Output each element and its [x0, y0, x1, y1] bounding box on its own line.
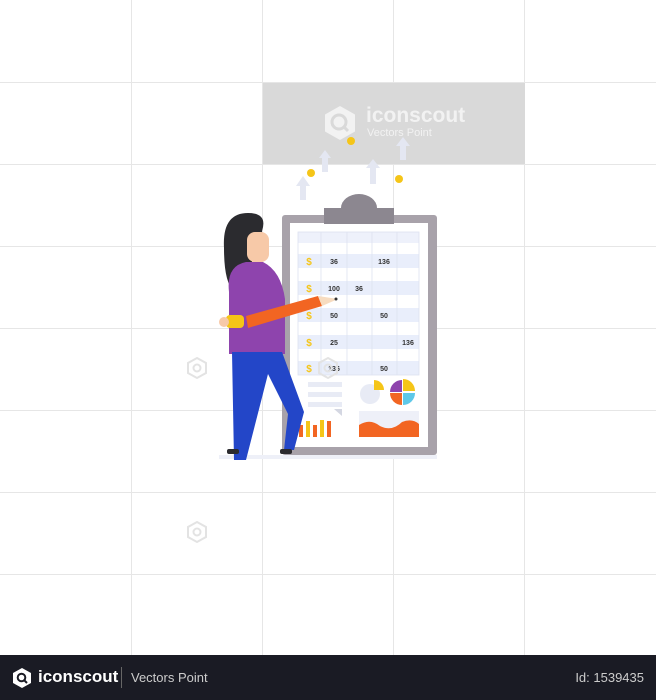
area-chart-icon [359, 411, 419, 437]
illustration: $36 136$ 100 36$ 50 50$ 25 136$ 136 50 [187, 137, 437, 544]
dollar-icon: $ [306, 338, 312, 349]
floor-shadow [219, 455, 437, 459]
table-cell: 36 [330, 259, 338, 266]
table-cell: 50 [330, 313, 338, 320]
table-cell: 36 [355, 286, 363, 293]
footer-author: Vectors Point [131, 670, 208, 685]
table-cell: 100 [328, 286, 340, 293]
table-cell: 136 [402, 340, 414, 347]
dollar-icon: $ [306, 364, 312, 375]
table-cell: 136 [378, 259, 390, 266]
iconscout-logo-icon [13, 668, 31, 688]
dollar-icon: $ [306, 284, 312, 295]
footer-asset-id: Id: 1539435 [575, 670, 644, 685]
footer-brand: iconscout [38, 667, 119, 686]
table-cell: 50 [380, 366, 388, 373]
dollar-icon: $ [306, 311, 312, 322]
footer-bar: iconscout Vectors Point Id: 1539435 [0, 655, 656, 700]
table-cell: 25 [330, 340, 338, 347]
text-lines [308, 382, 342, 407]
up-arrow-icons [296, 137, 410, 200]
footer-divider [121, 667, 122, 688]
coin-icons [307, 137, 403, 183]
dollar-icon: $ [306, 257, 312, 268]
table-cell: 50 [380, 313, 388, 320]
